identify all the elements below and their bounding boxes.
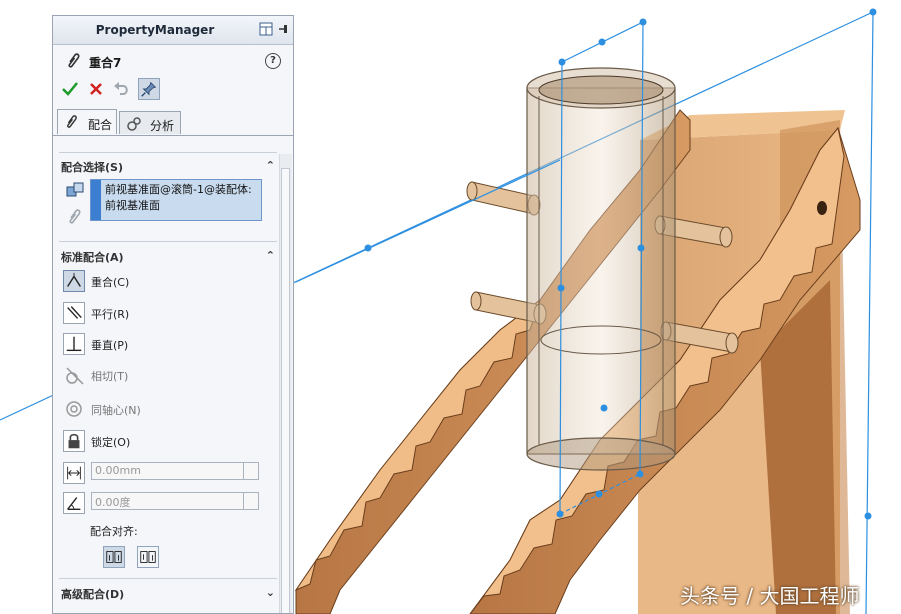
selection-item[interactable]: 前视基准面 [105,198,252,214]
selection-highlight [91,180,101,220]
spin-buttons[interactable] [243,463,258,479]
advanced-mates-title: 高级配合(D) [61,588,125,601]
advanced-mates-header[interactable]: 高级配合(D) ⌄ [61,586,275,604]
panel-tabs: 配合 分析 [53,109,293,136]
cancel-x-icon[interactable] [85,78,107,100]
coincident-icon [63,270,85,292]
expand-chevron-icon[interactable]: ⌄ [266,586,275,599]
confirm-check-icon[interactable] [59,78,81,100]
mate-label: 同轴心(N) [91,404,141,417]
mate-selection-list[interactable]: 前视基准面@滚筒-1@装配体: 前视基准面 [90,179,262,221]
tab-mates-label: 配合 [88,118,113,132]
panel-scrollbar[interactable] [279,154,292,613]
keep-visible-pushpin-icon[interactable] [138,78,160,100]
mate-entities-icon [66,182,84,197]
angle-value: 0.00度 [95,496,131,509]
collapse-chevron-icon[interactable]: ⌃ [266,249,275,262]
panel-title: PropertyManager [95,23,215,37]
selection-item[interactable]: 前视基准面@滚筒-1@装配体: [105,182,252,198]
alignment-label: 配合对齐: [90,525,138,538]
paperclip-grey-icon [69,209,81,224]
spin-buttons[interactable] [243,493,258,509]
parallel-icon [63,302,85,324]
panel-layout-icon[interactable] [259,22,273,36]
standard-mates-title: 标准配合(A) [61,251,124,264]
mate-label: 重合(C) [91,276,130,289]
mate-selections-title: 配合选择(S) [61,161,123,174]
collapse-chevron-icon[interactable]: ⌃ [266,159,275,172]
divider [59,578,277,579]
feature-name: 重合7 [89,56,122,70]
tangent-icon [66,367,84,385]
selection-items: 前视基准面@滚筒-1@装配体: 前视基准面 [105,182,252,214]
tab-mates[interactable]: 配合 [57,109,117,134]
distance-input[interactable]: 0.00mm [91,462,259,480]
divider [59,241,277,242]
panel-pin-icon[interactable] [277,22,289,36]
mate-label: 相切(T) [91,370,129,383]
perpendicular-icon [63,333,85,355]
distance-icon [63,462,85,484]
mate-label: 锁定(O) [91,436,131,449]
divider [59,152,277,153]
undo-icon[interactable] [111,78,133,100]
paperclip-icon [67,115,77,128]
scrollbar-thumb[interactable] [281,168,290,613]
concentric-icon [66,401,82,417]
property-manager-panel: PropertyManager 重合7 ? 配合 分析 配合选择(S) ⌃ 前视… [52,15,294,614]
angle-icon [63,492,85,514]
help-button[interactable]: ? [265,53,281,69]
lock-icon [63,430,85,452]
paperclip-icon [68,53,80,68]
aligned-icon[interactable] [103,546,125,568]
mate-selections-header[interactable]: 配合选择(S) ⌃ [61,159,275,177]
mate-label: 平行(R) [91,308,130,321]
gears-icon [127,117,141,131]
tab-analysis-label: 分析 [150,119,175,133]
standard-mates-header[interactable]: 标准配合(A) ⌃ [61,249,275,267]
distance-value: 0.00mm [95,464,141,477]
angle-input[interactable]: 0.00度 [91,492,259,510]
mate-label: 垂直(P) [91,339,129,352]
watermark: 头条号 / 大国工程师 [680,584,860,608]
tab-analysis[interactable]: 分析 [119,111,181,134]
anti-aligned-icon[interactable] [137,546,159,568]
panel-title-bar: PropertyManager [53,16,293,45]
